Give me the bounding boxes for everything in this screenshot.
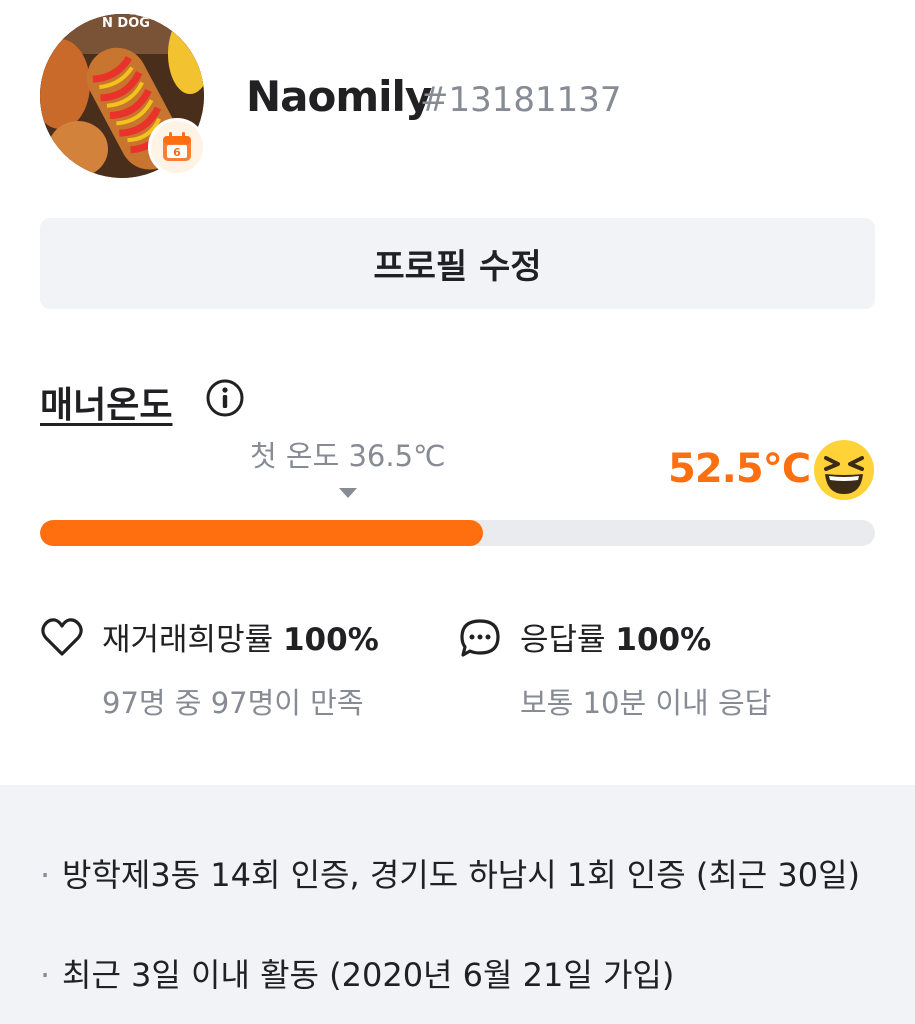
response-value: 100% bbox=[615, 622, 712, 658]
response-rate-stat: 응답률 100% 보통 10분 이내 응답 bbox=[458, 614, 878, 734]
info-icon[interactable] bbox=[205, 378, 245, 418]
edit-profile-button[interactable]: 프로필 수정 bbox=[40, 218, 875, 309]
bullet-dot: · bbox=[40, 956, 51, 994]
bullet-dot: · bbox=[40, 856, 51, 894]
avatar[interactable]: N DOG 6 bbox=[40, 14, 206, 178]
heart-icon bbox=[41, 618, 83, 656]
retrade-value: 100% bbox=[282, 622, 379, 658]
first-temperature-label: 첫 온도 36.5℃ bbox=[250, 439, 446, 473]
response-rate-sub: 보통 10분 이내 응답 bbox=[520, 686, 772, 720]
grinning-squinting-face-icon bbox=[814, 440, 874, 500]
activity-text: 방학제3동 14회 인증, 경기도 하남시 1회 인증 (최근 30일) bbox=[62, 856, 861, 894]
avatar-text: N DOG bbox=[102, 16, 150, 31]
temperature-bar bbox=[40, 520, 875, 546]
manner-temperature-title[interactable]: 매너온도 bbox=[40, 376, 172, 428]
current-temperature: 52.5℃ bbox=[668, 446, 811, 492]
response-label-text: 응답률 bbox=[520, 622, 606, 658]
calendar-icon: 6 bbox=[163, 132, 191, 161]
chat-bubble-icon bbox=[460, 619, 500, 657]
user-id: #13181137 bbox=[420, 80, 622, 120]
activity-panel: · 방학제3동 14회 인증, 경기도 하남시 1회 인증 (최근 30일) ·… bbox=[0, 785, 915, 1024]
retrade-rate-stat: 재거래희망률 100% 97명 중 97명이 만족 bbox=[40, 614, 440, 734]
retrade-rate-sub: 97명 중 97명이 만족 bbox=[102, 686, 364, 720]
retrade-rate-label: 재거래희망률 100% bbox=[102, 614, 379, 659]
temperature-bar-fill bbox=[40, 520, 483, 546]
activity-text: 최근 3일 이내 활동 (2020년 6월 21일 가입) bbox=[62, 956, 675, 994]
calendar-badge: 6 bbox=[148, 118, 206, 176]
nickname: Naomily bbox=[246, 72, 432, 121]
svg-text:6: 6 bbox=[173, 146, 181, 159]
retrade-label-text: 재거래희망률 bbox=[102, 622, 274, 658]
response-rate-label: 응답률 100% bbox=[520, 614, 711, 659]
first-temperature-marker bbox=[339, 488, 357, 498]
